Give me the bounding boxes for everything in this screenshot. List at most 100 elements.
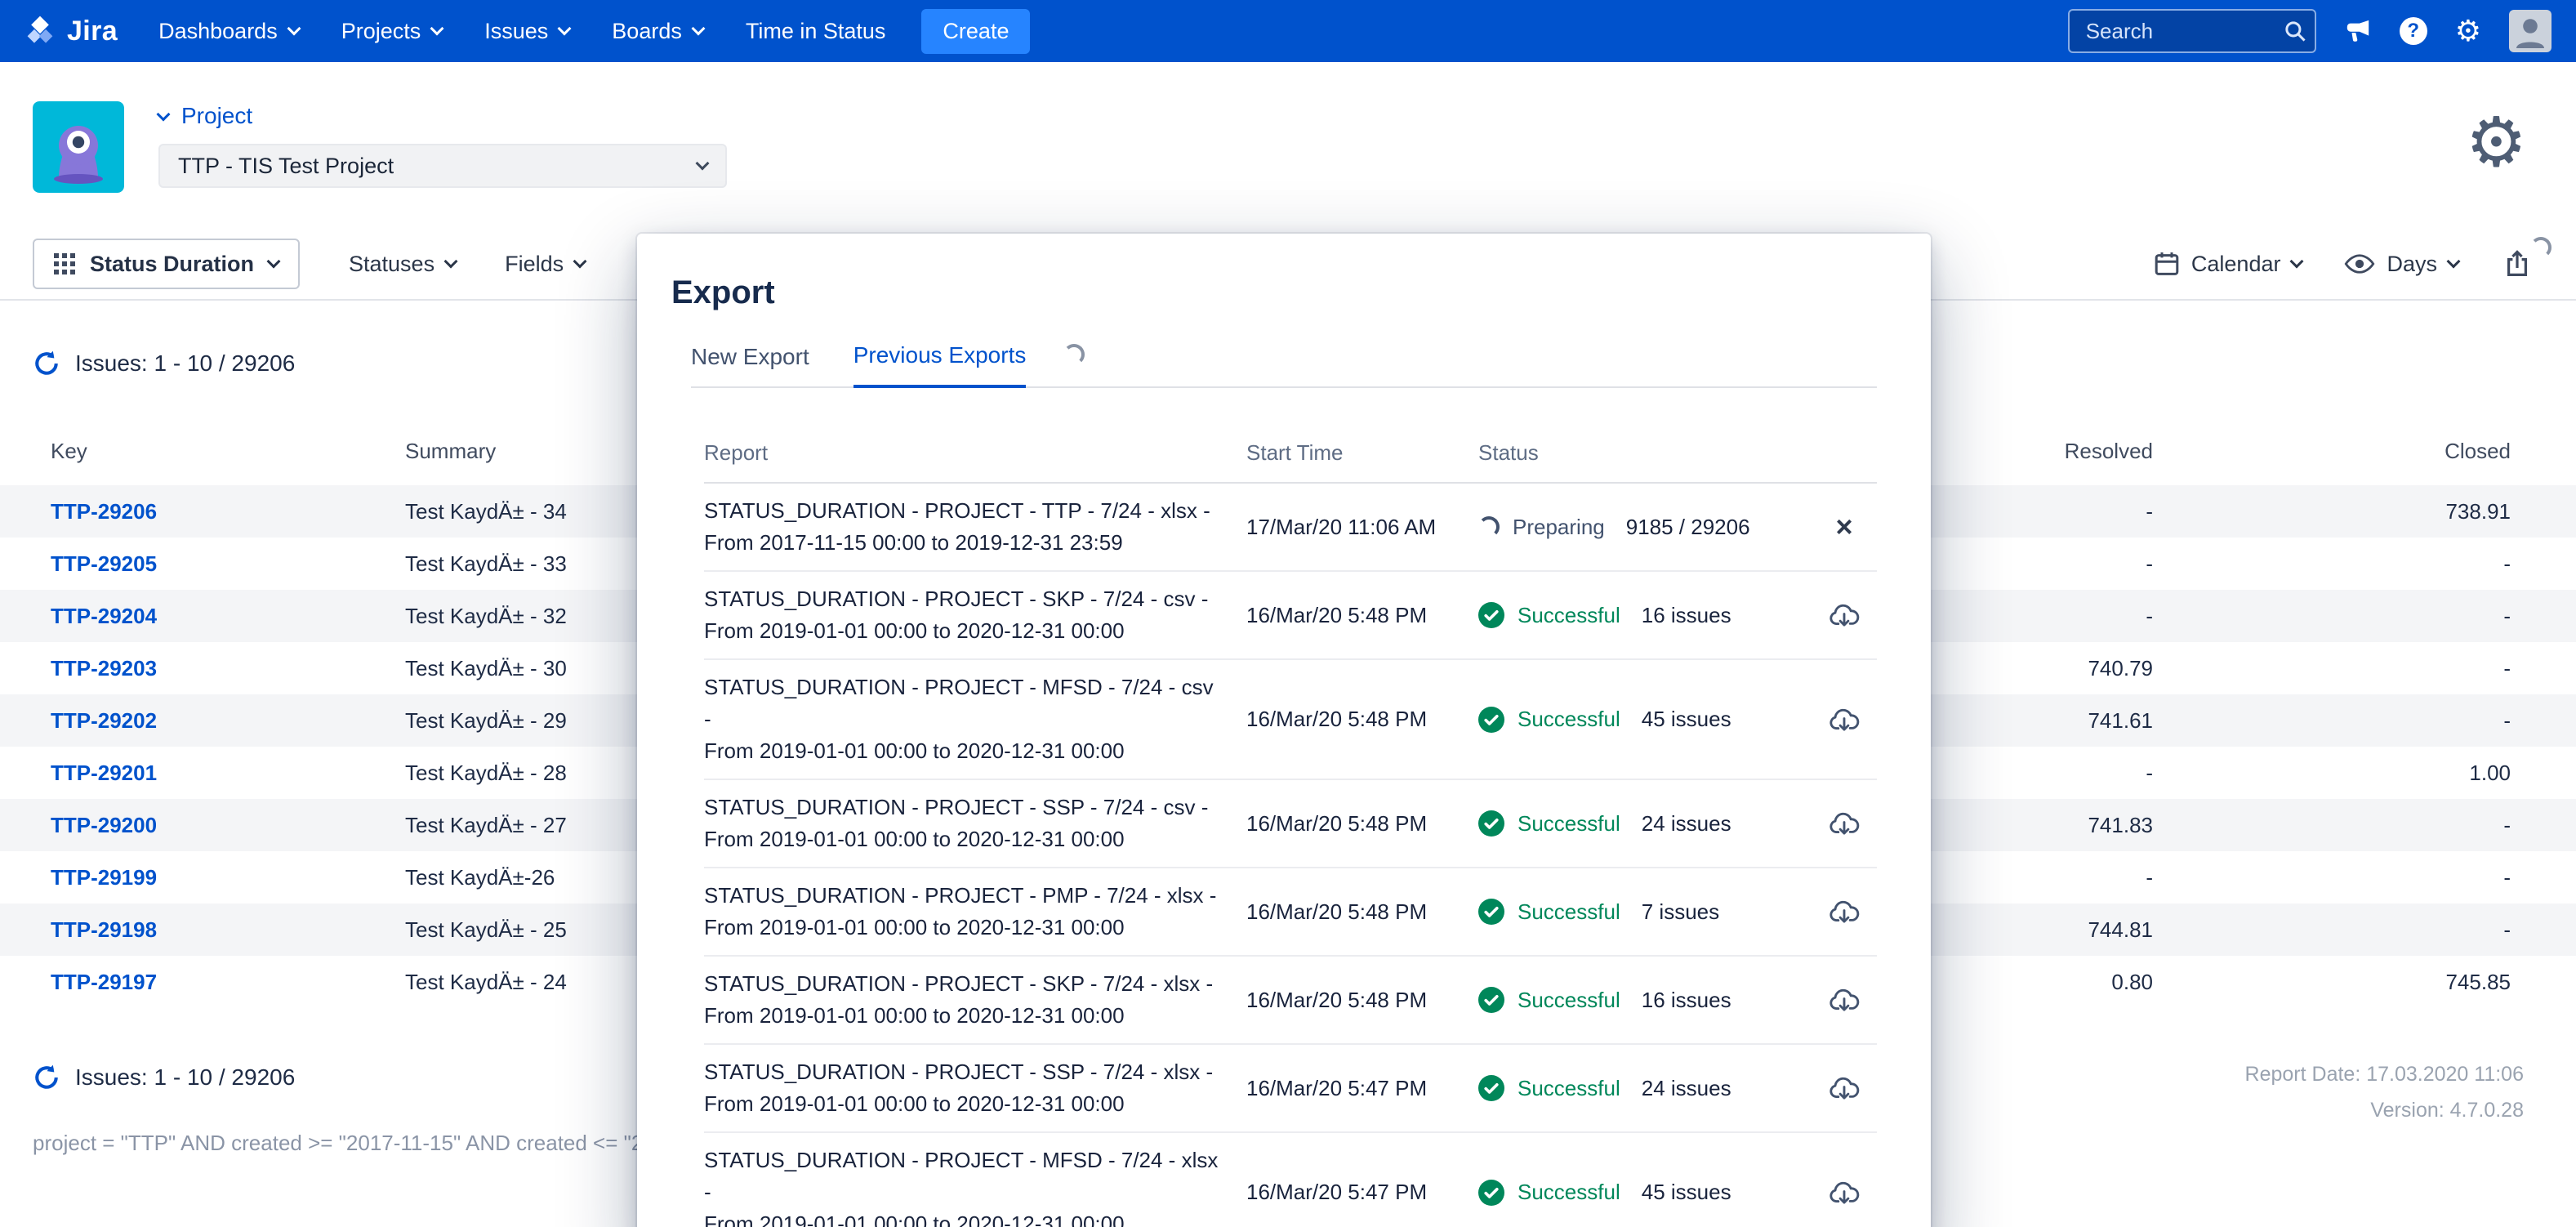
cancel-export-icon[interactable]: × [1835, 512, 1852, 542]
nav-issues[interactable]: Issues [463, 0, 591, 62]
project-avatar[interactable] [33, 101, 124, 193]
issue-key-link[interactable]: TTP-29202 [51, 708, 405, 734]
export-start-time: 16/Mar/20 5:48 PM [1246, 811, 1478, 837]
export-status: Successful 16 issues [1478, 602, 1812, 628]
col-start-time: Start Time [1246, 440, 1478, 466]
download-icon[interactable] [1829, 898, 1860, 926]
issue-key-link[interactable]: TTP-29199 [51, 865, 405, 890]
days-dropdown[interactable]: Days [2344, 252, 2458, 277]
chevron-down-icon [267, 255, 281, 269]
fields-dropdown[interactable]: Fields [505, 252, 585, 277]
chevron-down-icon [2290, 255, 2304, 269]
tab-loading-spinner [1063, 344, 1085, 365]
issue-closed: 738.91 [2153, 499, 2511, 524]
jira-logo[interactable]: Jira [25, 15, 118, 47]
issue-key-link[interactable]: TTP-29206 [51, 499, 405, 524]
create-button[interactable]: Create [921, 9, 1030, 54]
help-icon[interactable]: ? [2400, 17, 2427, 45]
success-check-icon [1478, 987, 1504, 1013]
download-icon[interactable] [1829, 986, 1860, 1014]
jira-page: Jira Dashboards Projects Issues Boards T… [0, 0, 2576, 1227]
export-start-time: 17/Mar/20 11:06 AM [1246, 515, 1478, 540]
nav-right-cluster: ? ⚙ [2068, 9, 2551, 53]
issue-closed: 1.00 [2153, 761, 2511, 786]
export-row: STATUS_DURATION - PROJECT - MFSD - 7/24 … [704, 1133, 1877, 1227]
issue-closed: - [2153, 604, 2511, 629]
export-row: STATUS_DURATION - PROJECT - SSP - 7/24 -… [704, 1045, 1877, 1133]
export-row: STATUS_DURATION - PROJECT - SSP - 7/24 -… [704, 780, 1877, 868]
success-check-icon [1478, 707, 1504, 733]
export-status: Successful 45 issues [1478, 1180, 1812, 1206]
export-row: STATUS_DURATION - PROJECT - PMP - 7/24 -… [704, 868, 1877, 957]
issue-key-link[interactable]: TTP-29200 [51, 813, 405, 838]
project-scope-toggle[interactable]: Project [158, 103, 727, 129]
nav-settings-gear-icon[interactable]: ⚙ [2455, 16, 2481, 46]
issue-key-link[interactable]: TTP-29201 [51, 761, 405, 786]
issue-closed: - [2153, 865, 2511, 890]
export-button[interactable] [2504, 250, 2530, 278]
download-icon[interactable] [1829, 706, 1860, 734]
preparing-spinner-icon [1478, 516, 1500, 538]
export-report-name: STATUS_DURATION - PROJECT - MFSD - 7/24 … [704, 672, 1246, 767]
success-check-icon [1478, 1075, 1504, 1101]
chevron-down-icon [444, 255, 458, 269]
issue-key-link[interactable]: TTP-29205 [51, 551, 405, 577]
grid-icon [54, 253, 75, 274]
export-status: Successful 45 issues [1478, 707, 1812, 733]
chevron-down-icon [696, 157, 710, 171]
feedback-megaphone-icon[interactable] [2344, 18, 2372, 44]
export-status: Preparing 9185 / 29206 [1478, 515, 1812, 540]
export-status: Successful 16 issues [1478, 987, 1812, 1013]
nav-time-in-status[interactable]: Time in Status [724, 0, 907, 62]
export-row: STATUS_DURATION - PROJECT - SKP - 7/24 -… [704, 957, 1877, 1045]
nav-dashboards[interactable]: Dashboards [137, 0, 320, 62]
project-meta: Project TTP - TIS Test Project [158, 103, 727, 188]
issue-closed: - [2153, 917, 2511, 943]
issue-closed: - [2153, 708, 2511, 734]
export-start-time: 16/Mar/20 5:48 PM [1246, 899, 1478, 925]
report-type-button[interactable]: Status Duration [33, 239, 300, 289]
download-icon[interactable] [1829, 1074, 1860, 1102]
issue-key-link[interactable]: TTP-29198 [51, 917, 405, 943]
issue-closed: - [2153, 813, 2511, 838]
nav-boards[interactable]: Boards [591, 0, 724, 62]
export-start-time: 16/Mar/20 5:48 PM [1246, 988, 1478, 1013]
refresh-icon[interactable] [33, 1064, 60, 1091]
modal-tabs: New Export Previous Exports [691, 342, 1877, 388]
project-select[interactable]: TTP - TIS Test Project [158, 144, 727, 188]
tab-previous-exports[interactable]: Previous Exports [853, 342, 1027, 388]
brand-name: Jira [67, 16, 118, 47]
export-modal: Export New Export Previous Exports Repor… [637, 234, 1931, 1227]
settings-gear-icon[interactable]: ⚙ [2466, 108, 2527, 176]
calendar-dropdown[interactable]: Calendar [2154, 251, 2302, 277]
export-report-name: STATUS_DURATION - PROJECT - TTP - 7/24 -… [704, 495, 1246, 559]
issue-key-link[interactable]: TTP-29197 [51, 970, 405, 995]
nav-projects[interactable]: Projects [320, 0, 464, 62]
modal-title: Export [637, 234, 1931, 311]
export-icon [2504, 250, 2530, 278]
report-meta: Report Date: 17.03.2020 11:06 Version: 4… [2245, 1057, 2524, 1129]
refresh-icon[interactable] [33, 350, 60, 377]
export-status: Successful 7 issues [1478, 899, 1812, 925]
search-icon[interactable] [2284, 19, 2306, 49]
tab-new-export[interactable]: New Export [691, 344, 809, 386]
issue-closed: - [2153, 656, 2511, 681]
download-icon[interactable] [1829, 601, 1860, 629]
export-report-name: STATUS_DURATION - PROJECT - MFSD - 7/24 … [704, 1144, 1246, 1227]
plugin-version: Version: 4.7.0.28 [2245, 1093, 2524, 1129]
user-avatar[interactable] [2509, 10, 2551, 52]
chevron-down-icon [157, 108, 171, 122]
jira-logo-icon [25, 15, 56, 47]
statuses-dropdown[interactable]: Statuses [349, 252, 456, 277]
calendar-icon [2154, 251, 2180, 277]
issue-key-link[interactable]: TTP-29203 [51, 656, 405, 681]
export-start-time: 16/Mar/20 5:48 PM [1246, 707, 1478, 732]
download-icon[interactable] [1829, 810, 1860, 837]
issue-key-link[interactable]: TTP-29204 [51, 604, 405, 629]
chevron-down-icon [2447, 255, 2461, 269]
download-icon[interactable] [1829, 1179, 1860, 1207]
search-input[interactable] [2068, 9, 2316, 53]
export-row: STATUS_DURATION - PROJECT - MFSD - 7/24 … [704, 660, 1877, 780]
report-date: Report Date: 17.03.2020 11:06 [2245, 1057, 2524, 1093]
chevron-down-icon [287, 22, 301, 36]
